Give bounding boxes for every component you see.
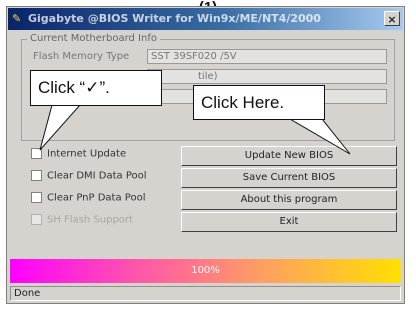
callout-here-text: Click Here. [193,85,325,120]
callout-here-pointer [288,118,351,155]
